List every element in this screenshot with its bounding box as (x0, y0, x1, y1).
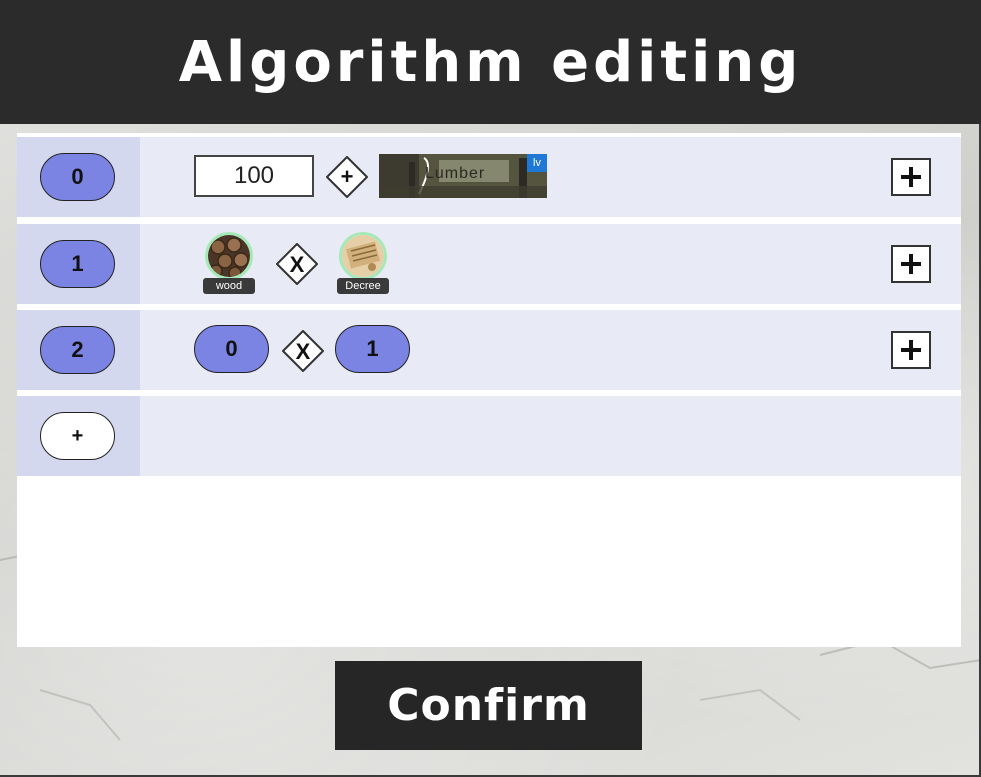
title-bar: Algorithm editing (0, 0, 981, 124)
level-badge: lv (527, 154, 547, 172)
operator-plus-button[interactable]: + (326, 156, 368, 198)
plus-icon (901, 254, 921, 274)
operand-ref-left[interactable]: 0 (194, 325, 269, 373)
row-index-cell: 1 (17, 224, 140, 304)
resource-decree[interactable]: Decree (337, 232, 393, 296)
building-name: Lumber (425, 165, 486, 182)
multiply-operator-icon: X (276, 243, 318, 285)
plus-icon (901, 167, 921, 187)
operator-multiply-button[interactable]: X (282, 330, 324, 372)
row-index-cell: 2 (17, 310, 140, 390)
row-index-pill[interactable]: 0 (40, 153, 115, 201)
algorithm-row-2: 2 0 X 1 (17, 310, 961, 390)
page-title: Algorithm editing (178, 29, 803, 95)
decree-scroll-icon (339, 232, 387, 280)
wood-logs-icon (205, 232, 253, 280)
algorithm-row-1: 1 wood X Decree (17, 224, 961, 304)
row-index-pill[interactable]: 1 (40, 240, 115, 288)
building-lumberyard-card[interactable]: Lumber lv (379, 154, 547, 198)
row-index-cell: + (17, 396, 140, 476)
add-step-button[interactable] (891, 158, 931, 196)
value-input[interactable]: 100 (194, 155, 314, 197)
plus-icon (901, 340, 921, 360)
algorithm-row-0: 0 100 + Lumber lv (17, 137, 961, 217)
add-step-button[interactable] (891, 331, 931, 369)
confirm-button[interactable]: Confirm (335, 661, 642, 750)
add-row: + (17, 396, 961, 476)
operator-symbol: X (290, 252, 305, 277)
resource-label: wood (203, 278, 255, 294)
plus-operator-icon: + (326, 156, 368, 198)
resource-label: Decree (337, 278, 389, 294)
operator-symbol: + (341, 164, 354, 189)
operand-ref-right[interactable]: 1 (335, 325, 410, 373)
algorithm-panel: 0 100 + Lumber lv 1 wood X Decree 2 0 X … (17, 133, 961, 647)
row-index-cell: 0 (17, 137, 140, 217)
multiply-operator-icon: X (282, 330, 324, 372)
row-index-pill[interactable]: 2 (40, 326, 115, 374)
resource-wood[interactable]: wood (203, 232, 259, 296)
add-step-button[interactable] (891, 245, 931, 283)
add-row-button[interactable]: + (40, 412, 115, 460)
operator-multiply-button[interactable]: X (276, 243, 318, 285)
operator-symbol: X (296, 339, 311, 364)
